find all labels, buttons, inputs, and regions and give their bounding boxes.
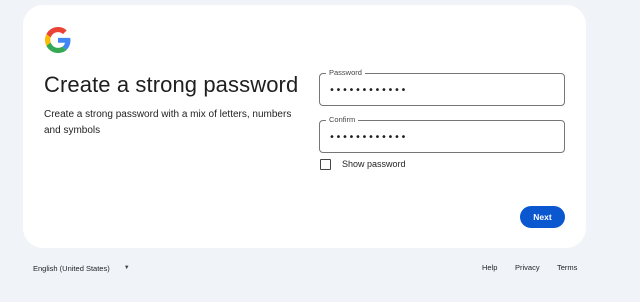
password-label: Password bbox=[326, 68, 365, 78]
show-password-label[interactable]: Show password bbox=[342, 159, 406, 169]
language-selector[interactable]: English (United States) ▼ bbox=[33, 262, 130, 274]
privacy-link[interactable]: Privacy bbox=[515, 262, 540, 274]
page-title: Create a strong password bbox=[44, 72, 299, 97]
confirm-field[interactable]: Confirm bbox=[319, 115, 565, 153]
next-button[interactable]: Next bbox=[520, 206, 565, 228]
language-label[interactable]: English (United States) bbox=[33, 264, 110, 273]
google-g-icon bbox=[45, 27, 71, 53]
password-field[interactable]: Password bbox=[319, 68, 565, 106]
confirm-input[interactable] bbox=[329, 129, 549, 145]
terms-link[interactable]: Terms bbox=[557, 262, 577, 274]
caret-down-icon[interactable]: ▼ bbox=[124, 265, 130, 271]
show-password-toggle[interactable]: Show password bbox=[320, 158, 406, 170]
confirm-label: Confirm bbox=[326, 115, 359, 125]
signup-card: Create a strong password Create a strong… bbox=[23, 5, 586, 248]
show-password-checkbox[interactable] bbox=[320, 158, 331, 170]
help-link[interactable]: Help bbox=[482, 262, 497, 274]
page-subtitle: Create a strong password with a mix of l… bbox=[44, 109, 292, 136]
footer: English (United States) ▼ Help Privacy T… bbox=[0, 262, 640, 276]
password-input[interactable] bbox=[329, 82, 549, 98]
